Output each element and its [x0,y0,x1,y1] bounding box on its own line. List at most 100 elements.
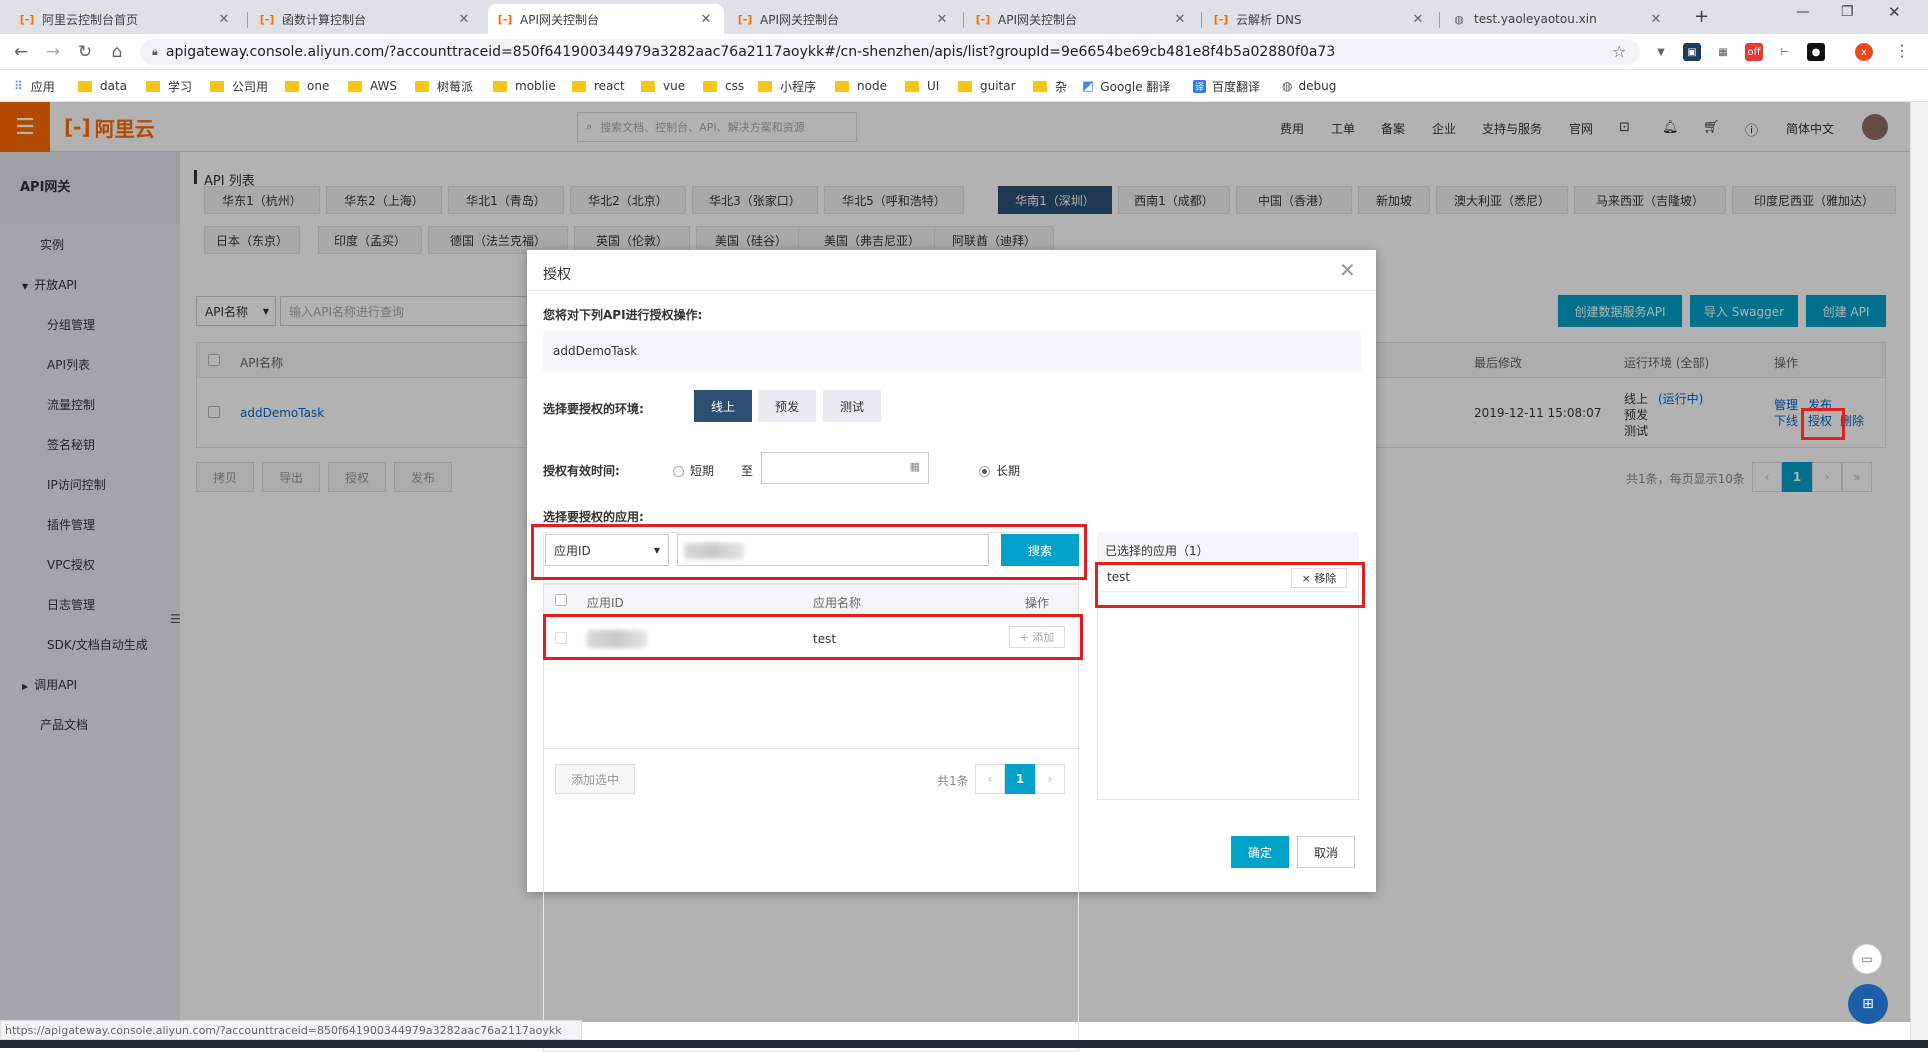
col-action: 操作 [1025,596,1050,610]
bookmark-apps[interactable]: ⠿ 应用 [14,78,55,94]
new-tab-button[interactable]: + [1694,6,1709,27]
env-online-button[interactable]: 线上 [694,390,752,422]
aliyun-favicon-icon: [-] [1213,12,1229,26]
highlight-box [531,524,1087,580]
folder-icon [78,80,92,92]
authorize-dialog: 授权 ✕ 您将对下列API进行授权操作: addDemoTask 选择要授权的环… [527,250,1376,1052]
browser-tab[interactable]: [-] 阿里云控制台首页 ✕ [10,4,242,34]
browser-tab[interactable]: [-] API网关控制台 ✕ [728,4,960,34]
app-next-page-button[interactable]: › [1035,764,1065,794]
validity-label: 授权有效时间: [543,464,620,478]
globe-icon: ◍ [1454,12,1464,26]
bookmark-folder[interactable]: data [78,78,127,94]
close-icon[interactable]: ✕ [934,12,950,27]
env-test-button[interactable]: 测试 [823,390,881,422]
apps-fab-icon[interactable]: ⊞ [1848,984,1888,1024]
bookmark-folder[interactable]: 学习 [146,78,192,94]
folder-icon [905,80,919,92]
app-select-all-checkbox[interactable] [555,594,567,609]
browser-tab[interactable]: [-] API网关控制台 ✕ [966,4,1198,34]
folder-icon [758,80,772,92]
bookmarks-bar: ⠿ 应用 data 学习 公司用 one AWS 树莓派 moblie react… [0,70,1928,102]
bookmark-folder[interactable]: css [703,78,744,94]
extension-icon[interactable]: ▦ [1714,43,1732,61]
chat-icon[interactable]: ▭ [1852,944,1882,974]
bookmark-folder[interactable]: AWS [348,78,397,94]
bookmark-folder[interactable]: vue [641,78,685,94]
extension-icon[interactable]: ● [1807,43,1825,61]
col-app-id: 应用ID [587,596,624,610]
long-term-radio[interactable]: 长期 [979,462,1020,479]
highlight-box [543,614,1083,660]
close-icon[interactable]: ✕ [456,12,472,27]
browser-menu-icon[interactable]: ⋮ [1894,41,1910,60]
folder-icon [146,80,160,92]
bookmark-folder[interactable]: 小程序 [758,78,816,94]
add-selected-button[interactable]: 添加选中 [555,764,635,794]
close-icon[interactable]: ✕ [1410,12,1426,27]
bookmark-google-translate[interactable]: ◩ Google 翻译 [1082,78,1170,94]
calendar-icon: ▦ [909,460,920,473]
close-icon[interactable]: ✕ [698,12,714,27]
dialog-close-icon[interactable]: ✕ [1339,258,1356,282]
extension-icon[interactable]: off [1745,43,1763,61]
bookmark-folder[interactable]: node [835,78,887,94]
col-app-name: 应用名称 [813,596,862,610]
reload-icon[interactable]: ↻ [74,41,96,63]
bookmark-folder[interactable]: UI [905,78,939,94]
bookmark-debug[interactable]: ◍ debug [1282,78,1336,94]
app-label: 选择要授权的应用: [543,510,644,524]
app-list-total: 共1条 [937,774,969,788]
baidu-translate-icon: 译 [1193,79,1207,93]
bookmark-star-icon[interactable]: ☆ [1612,42,1626,61]
browser-tab[interactable]: [-] 函数计算控制台 ✕ [250,4,482,34]
folder-icon [210,80,224,92]
bookmark-folder[interactable]: one [285,78,329,94]
env-pre-button[interactable]: 预发 [758,390,816,422]
browser-tab-active[interactable]: [-] API网关控制台 ✕ [488,4,724,34]
close-icon[interactable]: ✕ [1172,12,1188,27]
bookmark-folder[interactable]: guitar [958,78,1016,94]
bookmark-folder[interactable]: 公司用 [210,78,268,94]
forward-icon[interactable]: → [42,41,64,63]
url-text: apigateway.console.aliyun.com/?accounttr… [165,44,1336,60]
folder-icon [415,80,429,92]
browser-tab[interactable]: ◍ test.yaoleyaotou.xin ✕ [1442,4,1674,34]
short-term-radio[interactable]: 短期 [673,462,714,479]
page-scrollbar[interactable] [1910,102,1928,1040]
confirm-button[interactable]: 确定 [1231,836,1289,868]
window-close-icon[interactable]: ✕ [1888,3,1901,21]
apps-grid-icon: ⠿ [14,79,23,93]
bookmark-folder[interactable]: moblie [493,78,556,94]
aliyun-favicon-icon: [-] [19,12,35,26]
extension-icon[interactable]: ▼ [1652,43,1670,61]
back-icon[interactable]: ← [10,41,32,63]
bookmark-folder[interactable]: 树莓派 [415,78,473,94]
aliyun-favicon-icon: [-] [975,12,991,26]
translate-icon: ◩ [1082,78,1095,94]
home-icon[interactable]: ⌂ [106,41,128,63]
folder-icon [348,80,362,92]
lock-icon: 🔒︎ [152,45,158,58]
app-prev-page-button[interactable]: ‹ [975,764,1005,794]
date-picker-input[interactable]: ▦ [761,452,929,484]
browser-tab[interactable]: [-] 云解析 DNS ✕ [1204,4,1436,34]
highlight-box [1801,408,1845,440]
url-input[interactable]: 🔒︎ apigateway.console.aliyun.com/?accoun… [140,39,1640,65]
browser-tab-bar: [-] 阿里云控制台首页 ✕ [-] 函数计算控制台 ✕ [-] API网关控制台 ✕ [-… [0,0,1928,34]
bookmark-folder[interactable]: 杂 [1033,78,1067,94]
close-icon[interactable]: ✕ [1648,12,1664,27]
bookmark-folder[interactable]: react [572,78,625,94]
restore-icon[interactable]: ❐ [1841,4,1854,20]
radio-icon [673,466,684,477]
api-label: 您将对下列API进行授权操作: [543,308,703,322]
extension-icon[interactable]: ⊢ [1776,43,1794,61]
minimize-icon[interactable]: — [1796,4,1810,20]
profile-avatar-icon[interactable]: x [1855,43,1873,61]
aliyun-favicon-icon: [-] [259,12,275,26]
bookmark-baidu-translate[interactable]: 译百度翻译 [1193,78,1260,94]
extension-icon[interactable]: ▣ [1683,43,1701,61]
close-icon[interactable]: ✕ [216,12,232,27]
cancel-button[interactable]: 取消 [1297,836,1355,868]
app-page-button[interactable]: 1 [1005,764,1035,794]
